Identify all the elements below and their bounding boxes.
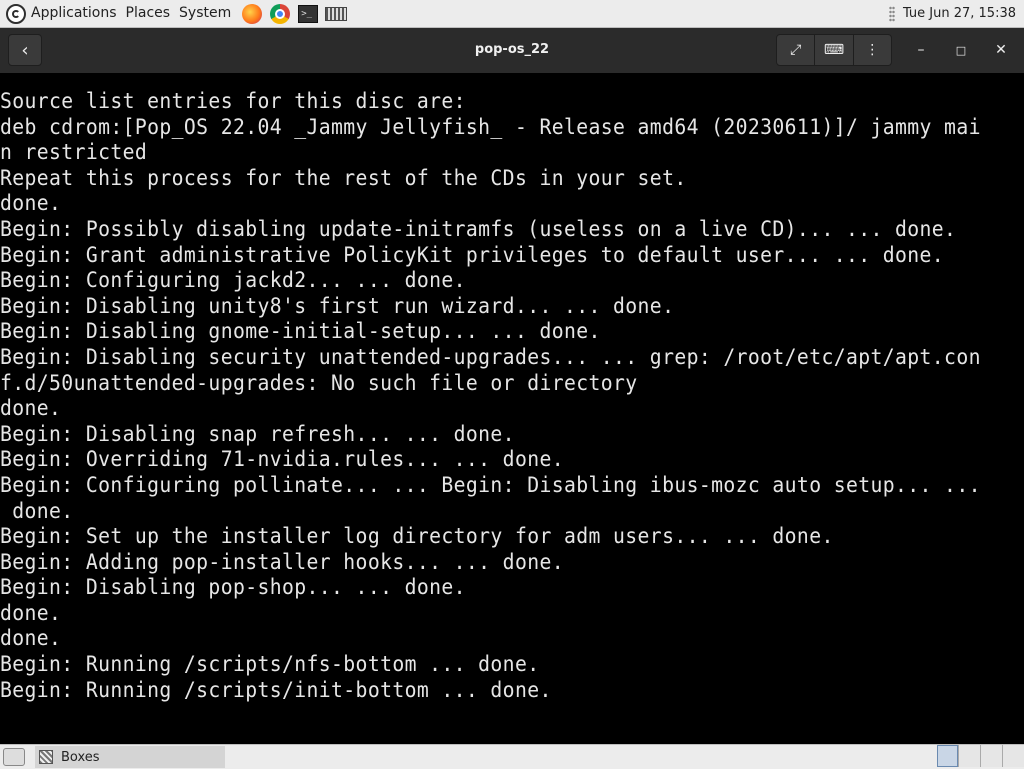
top-panel: Applications Places System >_ Tue Jun 27…	[0, 0, 1024, 28]
maximize-icon: □	[955, 43, 967, 57]
console-line: done.	[0, 396, 62, 421]
main-menu-logo-icon[interactable]	[6, 3, 26, 24]
boxes-icon	[39, 750, 53, 764]
maximize-button[interactable]: □	[945, 34, 977, 66]
boxes-icon	[325, 6, 348, 21]
console-line: deb cdrom:[Pop_OS 22.04 _Jammy Jellyfish…	[0, 114, 981, 139]
workspace-3[interactable]	[980, 745, 1002, 767]
console-line: Begin: Disabling snap refresh... ... don…	[0, 421, 515, 446]
console-line: done.	[0, 626, 62, 651]
terminal-icon: >_	[298, 4, 319, 23]
console-line: Begin: Possibly disabling update-initram…	[0, 216, 957, 241]
console-line: Begin: Disabling unity8's first run wiza…	[0, 293, 675, 318]
console-line: Begin: Adding pop-installer hooks... ...…	[0, 549, 564, 574]
console-line: Begin: Set up the installer log director…	[0, 524, 834, 549]
back-button[interactable]: ‹	[8, 34, 42, 66]
workspace-4[interactable]	[1002, 745, 1024, 767]
console-line: Begin: Disabling gnome-initial-setup... …	[0, 319, 601, 344]
minimize-button[interactable]: –	[905, 34, 937, 66]
keyboard-button[interactable]: ⌨	[815, 35, 854, 65]
chevron-left-icon: ‹	[21, 39, 29, 61]
console-line: n restricted	[0, 140, 148, 165]
console-line: Begin: Configuring pollinate... ... Begi…	[0, 472, 981, 497]
firefox-launcher[interactable]	[241, 3, 263, 25]
applications-menu[interactable]: Applications	[27, 0, 121, 27]
console-line: Begin: Overriding 71-nvidia.rules... ...…	[0, 447, 564, 472]
console-line: Begin: Disabling security unattended-upg…	[0, 344, 981, 369]
fullscreen-button[interactable]: ⤢	[777, 35, 816, 65]
console-line: Source list entries for this disc are:	[0, 89, 466, 113]
firefox-icon	[242, 3, 263, 24]
minimize-icon: –	[917, 42, 925, 58]
console-line: Begin: Running /scripts/nfs-bottom ... d…	[0, 652, 540, 677]
header-button-group: ⤢ ⌨ ⋮	[776, 34, 892, 66]
console-line: Begin: Running /scripts/init-bottom ... …	[0, 677, 552, 702]
console-output: Source list entries for this disc are: de…	[0, 73, 1024, 703]
close-icon: ✕	[995, 42, 1007, 58]
console-line: done.	[0, 600, 62, 625]
bottom-panel: Boxes	[0, 744, 1024, 769]
console-line: Begin: Disabling pop-shop... ... done.	[0, 575, 466, 600]
terminal-launcher[interactable]: >_	[297, 3, 319, 25]
vm-console[interactable]: Source list entries for this disc are: de…	[0, 73, 1024, 743]
panel-clock-area: Tue Jun 27, 15:38	[888, 0, 1016, 27]
chrome-icon	[270, 3, 291, 24]
console-line: Begin: Grant administrative PolicyKit pr…	[0, 242, 945, 267]
window-headerbar: ‹ pop-os_22 ⤢ ⌨ ⋮ – □ ✕	[0, 28, 1024, 73]
places-menu[interactable]: Places	[122, 0, 175, 27]
boxes-launcher[interactable]	[325, 3, 348, 25]
taskbar-item-boxes[interactable]: Boxes	[35, 746, 225, 768]
console-line: f.d/50unattended-upgrades: No such file …	[0, 370, 638, 395]
console-line: done.	[0, 191, 62, 216]
menu-button[interactable]: ⋮	[854, 35, 891, 65]
console-line: Begin: Configuring jackd2... ... done.	[0, 268, 466, 293]
close-button[interactable]: ✕	[985, 34, 1017, 66]
console-line: Repeat this process for the rest of the …	[0, 165, 687, 190]
clock[interactable]: Tue Jun 27, 15:38	[903, 6, 1016, 21]
fullscreen-icon: ⤢	[790, 42, 802, 58]
workspace-1[interactable]	[937, 745, 958, 767]
console-line: done.	[0, 498, 74, 523]
taskbar-item-label: Boxes	[61, 749, 100, 765]
workspace-switcher	[937, 745, 1024, 769]
keyboard-icon: ⌨	[823, 42, 845, 58]
workspace-2[interactable]	[958, 745, 980, 767]
chrome-launcher[interactable]	[269, 3, 291, 25]
panel-grip-icon	[888, 5, 895, 22]
show-desktop-icon[interactable]	[3, 748, 25, 766]
system-menu[interactable]: System	[175, 0, 235, 27]
kebab-menu-icon: ⋮	[865, 42, 880, 58]
